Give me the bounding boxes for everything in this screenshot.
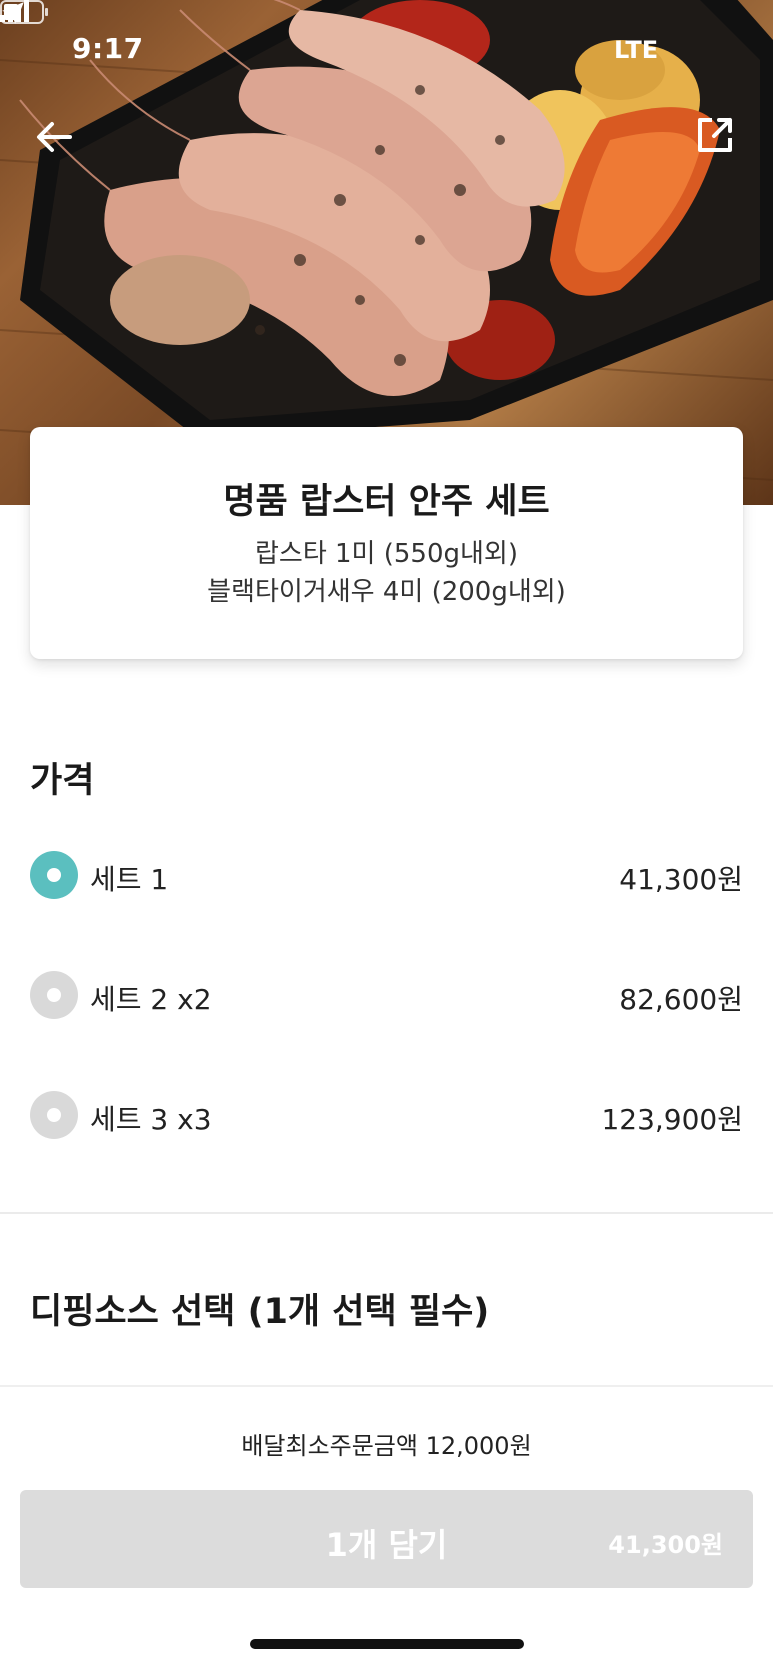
price-option-set-1[interactable]: 세트 1 41,300원	[0, 840, 773, 910]
price-section-heading: 가격	[30, 761, 95, 801]
option-label: 세트 1	[90, 863, 169, 896]
option-price: 41,300원	[619, 863, 743, 896]
price-option-set-3[interactable]: 세트 3 x3 123,900원	[0, 1080, 773, 1150]
item-title: 명품 랍스터 안주 세트	[223, 482, 550, 522]
share-button[interactable]	[690, 110, 740, 160]
bottom-order-bar: 배달최소주문금액 12,000원 1개 담기 41,300원	[0, 1385, 773, 1673]
back-arrow-icon	[37, 122, 72, 152]
option-price: 82,600원	[619, 983, 743, 1016]
radio-unselected[interactable]	[30, 971, 78, 1019]
battery-icon	[0, 0, 48, 24]
option-price: 123,900원	[601, 1103, 743, 1136]
option-label: 세트 3 x3	[90, 1103, 212, 1136]
network-label: LTE	[614, 36, 659, 64]
radio-selected[interactable]	[30, 851, 78, 899]
add-to-cart-button[interactable]: 1개 담기 41,300원	[20, 1490, 753, 1588]
option-label: 세트 2 x2	[90, 983, 212, 1016]
item-info-card: 명품 랍스터 안주 세트 랍스타 1미 (550g내외) 블랙타이거새우 4미 …	[30, 427, 743, 659]
back-button[interactable]	[30, 112, 80, 162]
status-bar: 9:17 LTE	[0, 0, 773, 100]
menu-detail-screen: 9:17 LTE 명품 랍스터 안주 세트 랍스타 1미 (550g내외) 블랙…	[0, 0, 773, 1673]
section-divider	[0, 1212, 773, 1214]
radio-unselected[interactable]	[30, 1091, 78, 1139]
item-description-line: 블랙타이거새우 4미 (200g내외)	[207, 577, 566, 607]
home-indicator[interactable]	[250, 1639, 524, 1649]
status-time: 9:17	[72, 32, 144, 65]
sauce-section-heading: 디핑소스 선택 (1개 선택 필수)	[30, 1292, 490, 1332]
item-description-line: 랍스타 1미 (550g내외)	[254, 539, 518, 569]
price-option-set-2[interactable]: 세트 2 x2 82,600원	[0, 960, 773, 1030]
add-to-cart-price: 41,300원	[608, 1531, 723, 1559]
share-icon	[698, 118, 732, 152]
min-order-amount: 배달최소주문금액 12,000원	[241, 1432, 532, 1460]
